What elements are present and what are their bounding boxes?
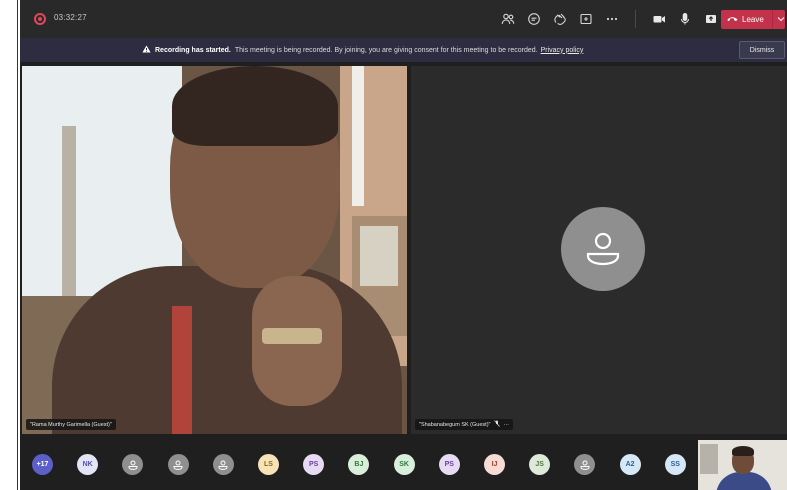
more-options-icon[interactable]: ··· xyxy=(503,422,509,428)
participant-initials: LS xyxy=(264,461,273,468)
teams-meeting-window: 03:32:27 Leave Recording has started. Th… xyxy=(20,0,787,490)
participant-avatar-default[interactable] xyxy=(122,454,144,475)
mic-icon[interactable] xyxy=(672,8,698,30)
participant-name-tag: "Rama Murthy Garimella (Guest)" xyxy=(26,419,116,430)
participant-avatar-default[interactable] xyxy=(167,454,189,475)
participant-avatar-default[interactable] xyxy=(212,454,234,475)
warning-icon xyxy=(142,45,151,55)
video-tile-rama[interactable]: "Rama Murthy Garimella (Guest)" xyxy=(22,66,407,434)
avatar xyxy=(561,207,645,291)
participant-name-tag: "Shabanabegum SK (Guest)" ··· xyxy=(415,419,513,430)
meeting-timer: 03:32:27 xyxy=(54,13,87,22)
participant-initials: BJ xyxy=(354,461,364,468)
left-border xyxy=(17,0,18,490)
participant-avatar[interactable]: SK xyxy=(393,454,415,475)
reactions-icon[interactable] xyxy=(547,8,573,30)
share-tray-icon[interactable] xyxy=(573,8,599,30)
person-icon xyxy=(586,232,620,266)
participant-avatar-default[interactable] xyxy=(574,454,596,475)
banner-title: Recording has started. xyxy=(155,46,231,54)
participant-initials: IJ xyxy=(491,461,498,468)
participant-avatar[interactable]: PS xyxy=(303,454,325,475)
mic-muted-icon xyxy=(494,420,501,429)
camera-icon[interactable] xyxy=(646,8,672,30)
toolbar-actions xyxy=(495,8,724,30)
banner-text: Recording has started. This meeting is b… xyxy=(142,45,583,55)
participant-avatar[interactable]: +17 xyxy=(32,454,53,475)
person-icon xyxy=(173,460,183,470)
participant-avatar[interactable]: NK xyxy=(77,454,99,475)
person-icon xyxy=(218,460,228,470)
privacy-policy-link[interactable]: Privacy policy xyxy=(541,47,584,54)
participant-name: "Rama Murthy Garimella (Guest)" xyxy=(30,421,112,428)
participant-initials: SK xyxy=(399,461,409,468)
participant-initials: SS xyxy=(670,461,680,468)
meeting-toolbar: 03:32:27 Leave xyxy=(20,0,787,38)
participant-strip: +17 NK LS PS BJ SK PS IJ JS A2 SS xyxy=(20,434,787,490)
participant-avatar[interactable]: LS xyxy=(258,454,279,475)
chat-icon[interactable] xyxy=(521,8,547,30)
participant-name: "Shabanabegum SK (Guest)" xyxy=(419,421,491,428)
more-icon[interactable] xyxy=(599,8,625,30)
participant-avatar[interactable]: BJ xyxy=(348,454,370,475)
person-icon xyxy=(128,460,138,470)
chevron-down-icon[interactable] xyxy=(777,15,785,24)
participant-initials: A2 xyxy=(625,461,635,468)
banner-message: This meeting is being recorded. By joini… xyxy=(234,46,538,54)
recording-indicator-icon xyxy=(34,13,46,25)
person-icon xyxy=(580,460,590,470)
leave-button[interactable]: Leave xyxy=(721,10,785,29)
participant-avatar[interactable]: SS xyxy=(664,454,686,475)
recording-banner: Recording has started. This meeting is b… xyxy=(20,38,787,62)
self-video-preview[interactable] xyxy=(698,440,787,490)
participant-avatar[interactable]: IJ xyxy=(484,454,505,475)
screenshot-frame: 03:32:27 Leave Recording has started. Th… xyxy=(0,0,787,490)
participant-initials: +17 xyxy=(36,461,49,468)
participant-initials: NK xyxy=(82,461,93,468)
participant-initials: JS xyxy=(535,461,544,468)
video-tile-shabanabegum[interactable]: "Shabanabegum SK (Guest)" ··· xyxy=(411,66,787,434)
hang-up-icon xyxy=(727,15,738,25)
dismiss-button[interactable]: Dismiss xyxy=(739,41,785,59)
participant-avatar[interactable]: A2 xyxy=(619,454,641,475)
participant-initials: PS xyxy=(309,461,319,468)
toolbar-divider xyxy=(635,10,636,28)
participant-avatar[interactable]: PS xyxy=(438,454,460,475)
leave-label: Leave xyxy=(742,15,764,24)
participant-initials: PS xyxy=(444,461,454,468)
participants-icon[interactable] xyxy=(495,8,521,30)
participant-avatar[interactable]: JS xyxy=(529,454,551,475)
